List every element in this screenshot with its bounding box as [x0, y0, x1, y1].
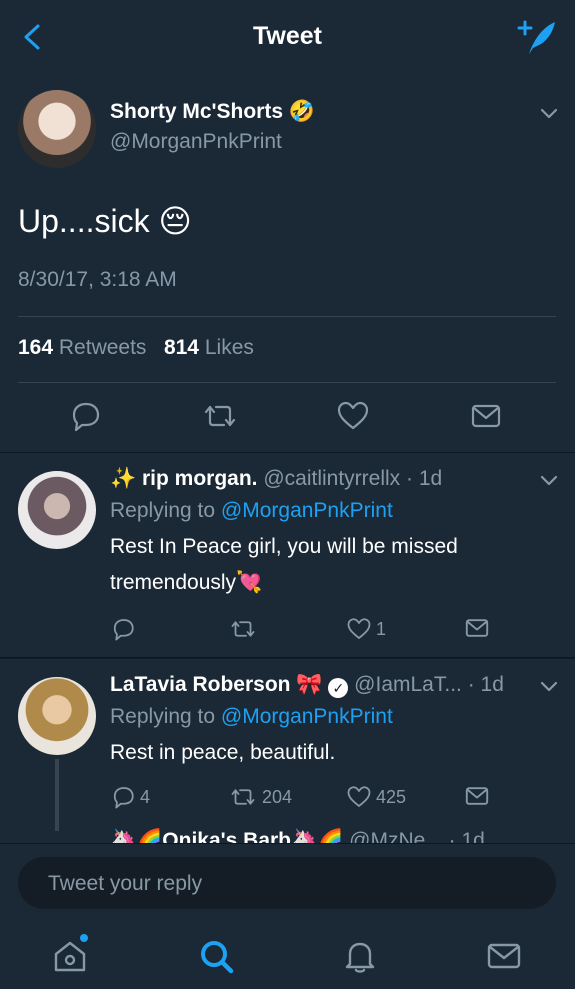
page-title: Tweet [253, 22, 322, 50]
retweet-action[interactable]: 204 [228, 785, 292, 809]
mention-link[interactable]: @MorganPnkPrint [221, 499, 393, 522]
user-handle[interactable]: @IamLaT... · 1d [354, 673, 504, 696]
reply-input-container[interactable] [18, 857, 556, 911]
avatar[interactable] [18, 90, 96, 168]
chevron-down-icon[interactable] [540, 681, 558, 693]
reply-tweet[interactable]: ✨ rip morgan. @caitlintyrrellx · 1d Repl… [0, 453, 575, 658]
user-handle[interactable]: @MorganPnkPrint [110, 130, 282, 154]
message-action[interactable] [464, 785, 490, 807]
divider [18, 382, 556, 383]
tweet-timestamp: 8/30/17, 3:18 AM [18, 268, 177, 291]
top-bar: Tweet [0, 0, 575, 73]
chevron-down-icon[interactable] [540, 108, 558, 120]
reply-composer [0, 843, 575, 919]
thread-line [55, 759, 59, 831]
avatar[interactable] [18, 471, 96, 549]
user-handle[interactable]: @caitlintyrrellx · 1d [263, 467, 442, 490]
retweet-count: 204 [262, 786, 293, 807]
reply-actions: 4 204 425 [110, 785, 550, 813]
reply-text: Rest in peace, beautiful. [110, 741, 336, 764]
replying-to: Replying to @MorganPnkPrint [110, 499, 393, 522]
reply-header: ✨ rip morgan. @caitlintyrrellx · 1d [110, 467, 442, 491]
divider [18, 316, 556, 317]
like-action[interactable]: 1 [346, 617, 386, 641]
message-action[interactable] [464, 617, 490, 639]
message-icon [465, 619, 489, 637]
retweet-icon [231, 789, 255, 805]
message-icon [465, 787, 489, 805]
main-tweet: Shorty Mc'Shorts 🤣 @MorganPnkPrint Up...… [0, 72, 575, 453]
compose-tweet-icon[interactable] [515, 18, 559, 58]
retweets-stat[interactable]: 164 Retweets [18, 336, 146, 359]
display-name[interactable]: Shorty Mc'Shorts 🤣 [110, 100, 315, 124]
like-count: 1 [376, 618, 387, 639]
mention-link[interactable]: @MorganPnkPrint [221, 705, 393, 728]
heart-icon [347, 786, 371, 807]
reply-tweet[interactable]: LaTavia Roberson 🎀 ✓ @IamLaT... · 1d Rep… [0, 659, 575, 852]
message-icon[interactable] [470, 402, 502, 430]
reply-input[interactable] [46, 857, 530, 911]
search-icon[interactable] [196, 936, 236, 976]
avatar[interactable] [18, 677, 96, 755]
reply-text: Rest In Peace girl, you will be missed t… [110, 535, 458, 594]
reply-icon[interactable] [68, 400, 102, 432]
reply-actions: 1 [110, 617, 550, 645]
like-count: 425 [376, 786, 407, 807]
reply-icon [113, 787, 134, 809]
like-action[interactable]: 425 [346, 785, 406, 809]
retweet-icon [231, 621, 255, 637]
retweet-action[interactable] [228, 617, 262, 641]
tweet-stats: 164 Retweets 814 Likes [18, 336, 254, 360]
display-name[interactable]: LaTavia Roberson 🎀 [110, 673, 322, 696]
reply-count: 4 [140, 786, 151, 807]
display-name[interactable]: ✨ rip morgan. [110, 467, 258, 490]
reply-action[interactable]: 4 [110, 785, 150, 809]
notification-dot [80, 934, 88, 942]
tweet-actions [0, 398, 575, 434]
verified-badge-icon: ✓ [328, 678, 349, 698]
reply-action[interactable] [110, 617, 140, 641]
messages-icon[interactable] [484, 936, 524, 976]
chevron-down-icon[interactable] [540, 475, 558, 487]
likes-stat[interactable]: 814 Likes [164, 336, 254, 359]
reply-icon [113, 619, 134, 641]
home-icon[interactable] [50, 936, 90, 976]
heart-icon [347, 618, 371, 639]
retweet-icon[interactable] [200, 400, 240, 432]
replying-to: Replying to @MorganPnkPrint [110, 705, 393, 728]
bottom-tab-bar [0, 918, 575, 989]
reply-header: LaTavia Roberson 🎀 ✓ @IamLaT... · 1d [110, 673, 504, 698]
bell-icon[interactable] [340, 936, 380, 976]
heart-icon[interactable] [336, 400, 370, 432]
tweet-text: Up....sick 😔 [18, 203, 192, 239]
